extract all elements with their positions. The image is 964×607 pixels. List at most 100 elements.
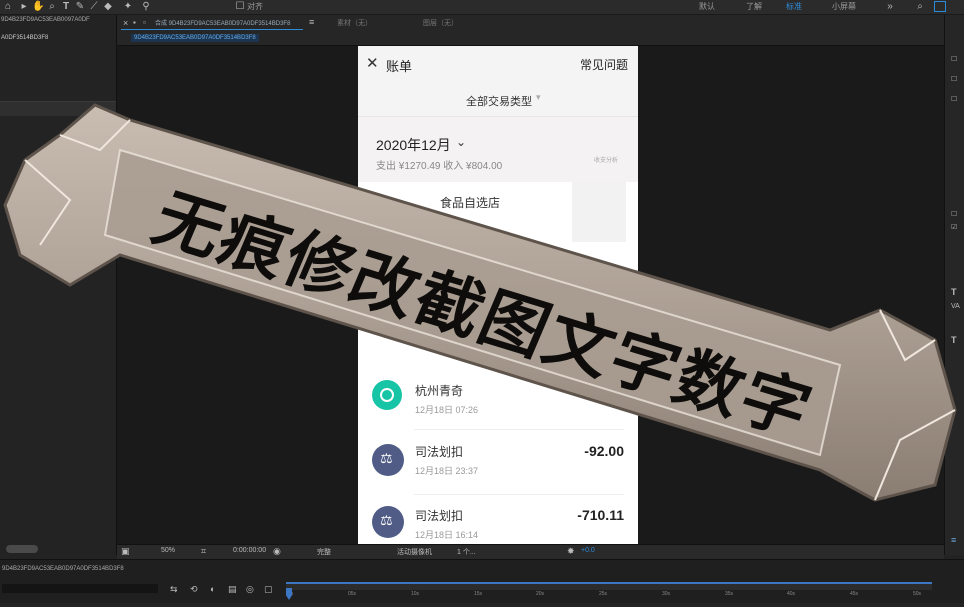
text-style-icon[interactable]: T [951, 335, 957, 345]
draft-3d-icon[interactable]: ◎ [246, 584, 254, 595]
list-item[interactable]: 杭州青奇 12月18日 07:26 [358, 371, 638, 427]
tick-label: 30s [662, 591, 671, 597]
close-tab-icon[interactable]: × [123, 18, 128, 28]
kerning-icon[interactable]: VA [951, 303, 960, 310]
transaction-time: 12月18日 16:14 [415, 530, 479, 540]
active-tab-underline [121, 29, 303, 30]
timecode[interactable]: 0:00:00:00 [233, 547, 266, 554]
project-id-second: A0DF3514BD3F8 [1, 35, 49, 41]
panel-menu-icon[interactable]: ≡ [951, 535, 956, 545]
footage-tab[interactable]: 素材（无） [337, 18, 372, 28]
panel-checkbox[interactable]: ☐ [951, 95, 957, 103]
divider [414, 494, 624, 495]
comp-tab-icon: ▫ [143, 18, 146, 27]
reset-exposure-icon[interactable]: ✸ [567, 546, 575, 557]
tick-label: 40s [787, 591, 796, 597]
tick-label: 45s [850, 591, 859, 597]
tick-label: 10s [411, 591, 420, 597]
transaction-time: 12月18日 23:37 [415, 466, 479, 476]
resolution-select[interactable]: 完整 [317, 547, 331, 557]
workspace-default[interactable]: 默认 [699, 1, 715, 12]
panel-checkbox[interactable]: ☑ [951, 223, 957, 231]
panel-checkbox[interactable]: ☐ [951, 55, 957, 63]
pen-tool-icon[interactable]: ✎ [74, 1, 86, 12]
tick-label: 15s [474, 591, 483, 597]
partial-row: 食品自选店 [358, 182, 638, 262]
time-ruler[interactable]: 0s 05s 10s 15s 20s 25s 30s 35s 40s 45s 5… [286, 590, 932, 603]
top-toolbar: ⌂ ▸ ✋ ⌕ T ✎ ⟋ ◆ ✦ ⚲ ☐ 对齐 默认 了解 标准 小屏幕 » … [0, 0, 964, 15]
tick-label: 25s [599, 591, 608, 597]
tick-label: 35s [725, 591, 734, 597]
workspace-learn[interactable]: 了解 [746, 1, 762, 12]
month-label[interactable]: 2020年12月 [376, 135, 451, 155]
search-help-icon[interactable]: ⌕ [914, 1, 926, 12]
views-select[interactable]: 1 个... [457, 547, 476, 557]
project-panel: 9D4B23FD9AC53EAB0097A0DF A0DF3514BD3F8 [0, 15, 117, 555]
selection-tool-icon[interactable]: ▸ [18, 1, 30, 12]
month-summary: 支出 ¥1270.49 收入 ¥804.00 [376, 161, 503, 172]
roto-tool-icon[interactable]: ✦ [122, 1, 134, 12]
tick-label: 05s [348, 591, 357, 597]
font-size-icon[interactable]: T [951, 287, 957, 297]
tick-label: 20s [536, 591, 545, 597]
workspace-menu-icon[interactable]: » [884, 1, 896, 12]
brush-tool-icon[interactable]: ⟋ [88, 1, 100, 12]
timeline-comp-name[interactable]: 9D4B23FD9AC53EAB0D97A0DF3514BD3F8 [2, 566, 124, 572]
project-id-top: 9D4B23FD9AC53EAB0097A0DF [1, 17, 90, 23]
shy-layers-icon[interactable]: ⇆ [170, 584, 178, 595]
month-chevron-icon[interactable]: ⌄ [456, 135, 466, 149]
type-filter[interactable]: 全部交易类型 ▾ [358, 82, 638, 116]
graph-editor-icon[interactable]: ▤ [228, 584, 237, 595]
transaction-amount: -710.11 [577, 507, 624, 523]
effects-panel-header[interactable] [0, 101, 116, 116]
align-checkbox[interactable]: ☐ [234, 1, 246, 12]
green-ring-icon [372, 380, 402, 410]
gavel-icon: ⚖ [372, 506, 404, 538]
work-area-bar[interactable] [286, 582, 932, 590]
preview-icon[interactable]: ▣ [121, 546, 130, 557]
timeline-search-input[interactable] [2, 584, 158, 593]
divider [414, 429, 624, 430]
motion-blur-icon[interactable]: ◐ [210, 584, 215, 594]
partial-merchant-name: 食品自选店 [440, 196, 501, 210]
left-panel-scrollbar[interactable] [6, 545, 38, 553]
chevron-down-icon: ▾ [536, 92, 541, 102]
watermark-patch [572, 182, 626, 242]
transaction-amount: -92.00 [584, 443, 624, 459]
snapshot-icon[interactable]: ◉ [273, 546, 281, 557]
lock-icon[interactable]: ▪ [133, 18, 136, 27]
transaction-name: 杭州青奇 [415, 384, 464, 398]
timeline-panel: 9D4B23FD9AC53EAB0D97A0DF3514BD3F8 ⇆ ⟲ ◐ … [0, 559, 964, 603]
analysis-link[interactable]: 收支分析 [594, 155, 618, 164]
fit-icon[interactable]: ⌗ [201, 546, 206, 557]
eraser-tool-icon[interactable]: ◆ [102, 1, 114, 12]
faq-link[interactable]: 常见问题 [580, 56, 628, 73]
transaction-name: 司法划扣 [415, 445, 464, 459]
comp-subtab[interactable]: 9D4B23FD9AC53EAB0D97A0DF3514BD3F8 [131, 34, 259, 42]
home-icon[interactable]: ⌂ [2, 1, 14, 12]
workspace-standard[interactable]: 标准 [786, 1, 802, 12]
phone-screenshot: ✕ 账单 常见问题 全部交易类型 ▾ 2020年12月 ⌄ 支出 ¥1270.4… [358, 46, 638, 544]
close-icon[interactable]: ✕ [366, 54, 379, 72]
lock-timeline-icon[interactable]: ▢ [264, 584, 273, 595]
zoom-tool-icon[interactable]: ⌕ [46, 1, 58, 12]
list-item[interactable]: ⚖ 司法划扣 12月18日 23:37 -92.00 [358, 434, 638, 490]
type-filter-label: 全部交易类型 [466, 96, 532, 108]
comp-tab[interactable]: 合成 9D4B23FD9AC53EAB0D97A0DF3514BD3F8 [155, 18, 290, 27]
panel-toggle-icon[interactable] [934, 1, 946, 12]
exposure-value[interactable]: +0.0 [581, 547, 595, 554]
workspace-small-screen[interactable]: 小屏幕 [832, 1, 856, 12]
bill-title: 账单 [386, 59, 413, 74]
align-label: 对齐 [247, 2, 263, 11]
pin-tool-icon[interactable]: ⚲ [140, 1, 152, 12]
layer-tab[interactable]: 图层（无） [423, 18, 458, 28]
type-tool-icon[interactable]: T [60, 1, 72, 12]
list-item[interactable]: ⚖ 司法划扣 12月18日 16:14 -710.11 [358, 498, 638, 544]
frame-blend-icon[interactable]: ⟲ [190, 584, 198, 595]
zoom-select[interactable]: 50% [161, 547, 175, 554]
panel-checkbox[interactable]: ☐ [951, 210, 957, 218]
camera-select[interactable]: 活动摄像机 [397, 547, 432, 557]
hand-tool-icon[interactable]: ✋ [32, 1, 44, 12]
comp-menu-icon[interactable]: ≡ [309, 17, 314, 27]
panel-checkbox[interactable]: ☐ [951, 75, 957, 83]
